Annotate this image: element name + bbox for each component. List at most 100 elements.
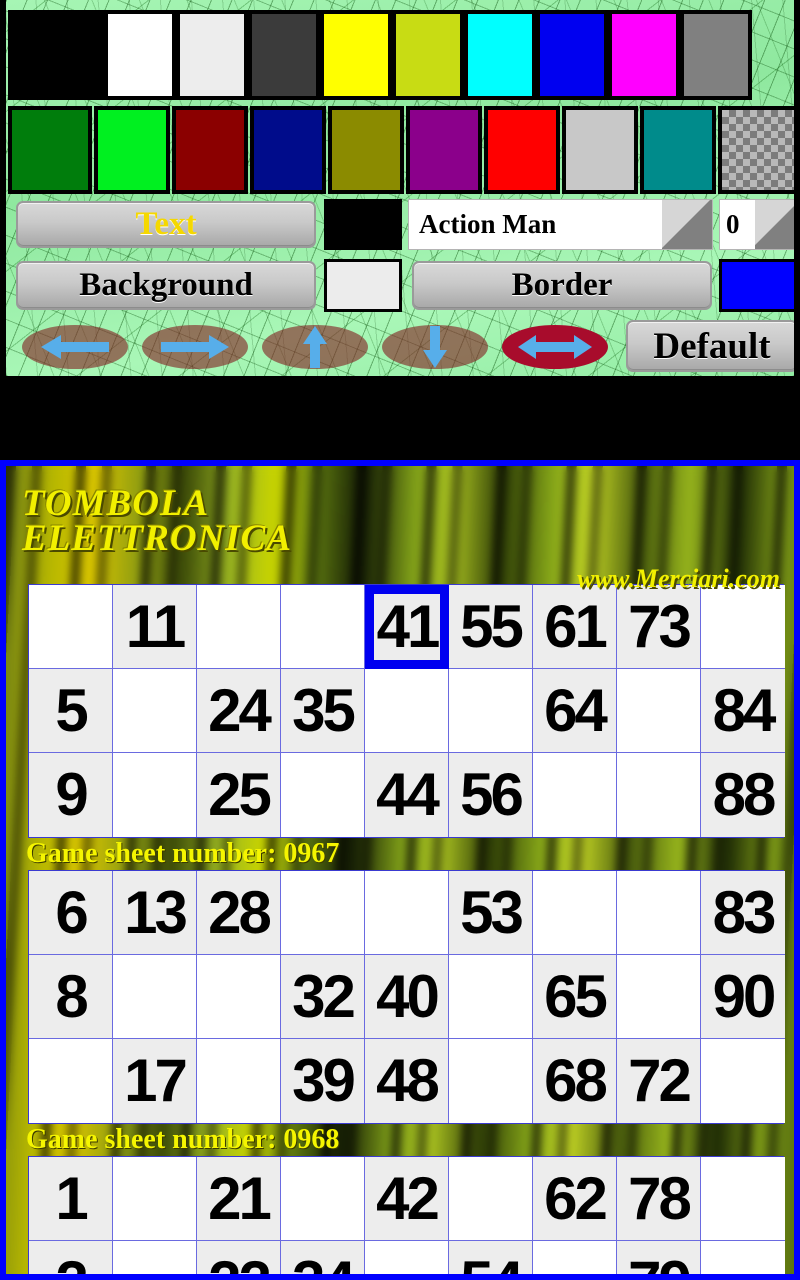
card-cell-empty[interactable]	[113, 1241, 197, 1274]
color-swatch-yellow[interactable]	[320, 10, 392, 100]
card-cell-empty[interactable]	[113, 1157, 197, 1241]
card-cell-empty[interactable]	[197, 585, 281, 669]
card-cell-number[interactable]: 53	[449, 871, 533, 955]
card-cell-number[interactable]: 8	[29, 955, 113, 1039]
card-cell-empty[interactable]	[113, 955, 197, 1039]
text-color-swatch[interactable]	[324, 199, 402, 250]
background-color-swatch[interactable]	[324, 259, 402, 312]
border-style-button[interactable]: Border	[412, 261, 712, 310]
font-size-select[interactable]: 0	[719, 199, 794, 250]
card-cell-number[interactable]: 6	[29, 871, 113, 955]
color-swatch-cyan[interactable]	[464, 10, 536, 100]
card-cell-number[interactable]: 13	[113, 871, 197, 955]
card-cell-number[interactable]: 79	[617, 1241, 701, 1274]
card-cell-number[interactable]: 78	[617, 1157, 701, 1241]
text-style-button[interactable]: Text	[16, 201, 316, 248]
card-cell-empty[interactable]	[617, 753, 701, 837]
card-cell-number[interactable]: 25	[197, 753, 281, 837]
chevron-down-icon[interactable]	[662, 200, 712, 249]
color-swatch-navy[interactable]	[250, 106, 326, 194]
card-cell-number[interactable]: 72	[617, 1039, 701, 1123]
card-cell-number[interactable]: 28	[197, 871, 281, 955]
color-swatch-purple[interactable]	[406, 106, 482, 194]
color-swatch-dark-green[interactable]	[8, 106, 92, 194]
card-cell-number[interactable]: 68	[533, 1039, 617, 1123]
card-cell-number[interactable]: 32	[281, 955, 365, 1039]
move-left-button[interactable]	[22, 325, 128, 369]
move-up-button[interactable]	[262, 325, 368, 369]
card-cell-empty[interactable]	[701, 1039, 785, 1123]
card-cell-number[interactable]: 9	[29, 753, 113, 837]
card-cell-number[interactable]: 48	[365, 1039, 449, 1123]
color-swatch-magenta[interactable]	[608, 10, 680, 100]
card-cell-number[interactable]: 54	[449, 1241, 533, 1274]
card-cell-number[interactable]: 84	[701, 669, 785, 753]
card-cell-number[interactable]: 83	[701, 871, 785, 955]
color-swatch-dark-gray[interactable]	[248, 10, 320, 100]
card-cell-number[interactable]: 39	[281, 1039, 365, 1123]
card-cell-number[interactable]: 1	[29, 1157, 113, 1241]
card-cell-number[interactable]: 62	[533, 1157, 617, 1241]
color-swatch-green[interactable]	[94, 106, 170, 194]
card-cell-number[interactable]: 55	[449, 585, 533, 669]
chevron-down-icon[interactable]	[755, 200, 794, 249]
card-cell-number[interactable]: 11	[113, 585, 197, 669]
border-color-swatch[interactable]	[719, 259, 794, 312]
color-swatch-yellow-green[interactable]	[392, 10, 464, 100]
card-cell-number[interactable]: 90	[701, 955, 785, 1039]
card-cell-empty[interactable]	[617, 669, 701, 753]
card-cell-empty[interactable]	[29, 585, 113, 669]
card-cell-empty[interactable]	[365, 1241, 449, 1274]
color-swatch-red[interactable]	[484, 106, 560, 194]
card-cell-number[interactable]: 73	[617, 585, 701, 669]
card-cell-number[interactable]: 61	[533, 585, 617, 669]
card-cell-empty[interactable]	[281, 585, 365, 669]
color-swatch-black[interactable]	[8, 10, 104, 100]
card-cell-number[interactable]: 42	[365, 1157, 449, 1241]
card-cell-empty[interactable]	[281, 1157, 365, 1241]
card-cell-empty[interactable]	[113, 669, 197, 753]
card-cell-empty[interactable]	[281, 871, 365, 955]
card-cell-empty[interactable]	[701, 1157, 785, 1241]
card-cell-number[interactable]: 56	[449, 753, 533, 837]
color-swatch-white[interactable]	[104, 10, 176, 100]
card-cell-empty[interactable]	[197, 955, 281, 1039]
card-cell-number[interactable]: 65	[533, 955, 617, 1039]
card-cell-number[interactable]: 5	[29, 669, 113, 753]
card-cell-empty[interactable]	[617, 955, 701, 1039]
card-cell-number[interactable]: 64	[533, 669, 617, 753]
card-cell-empty[interactable]	[449, 955, 533, 1039]
card-cell-empty[interactable]	[197, 1039, 281, 1123]
card-cell-number[interactable]: 40	[365, 955, 449, 1039]
card-cell-empty[interactable]	[365, 871, 449, 955]
card-cell-empty[interactable]	[113, 753, 197, 837]
color-swatch-teal[interactable]	[640, 106, 716, 194]
color-swatch-near-white[interactable]	[176, 10, 248, 100]
move-right-button[interactable]	[142, 325, 248, 369]
card-cell-empty[interactable]	[281, 753, 365, 837]
card-cell-number[interactable]: 88	[701, 753, 785, 837]
card-cell-empty[interactable]	[701, 585, 785, 669]
card-cell-empty[interactable]	[449, 1157, 533, 1241]
card-cell-empty[interactable]	[449, 669, 533, 753]
card-cell-empty[interactable]	[29, 1039, 113, 1123]
card-cell-number[interactable]: 35	[281, 669, 365, 753]
color-swatch-light-gray[interactable]	[562, 106, 638, 194]
card-cell-number[interactable]: 17	[113, 1039, 197, 1123]
color-swatch-transparent[interactable]	[718, 106, 794, 194]
card-cell-empty[interactable]	[533, 871, 617, 955]
color-swatch-dark-red[interactable]	[172, 106, 248, 194]
card-cell-number[interactable]: 22	[197, 1241, 281, 1274]
font-family-select[interactable]: Action Man	[408, 199, 713, 250]
card-cell-empty[interactable]	[533, 1241, 617, 1274]
card-cell-number[interactable]: 34	[281, 1241, 365, 1274]
card-cell-empty[interactable]	[533, 753, 617, 837]
card-cell-number[interactable]: 2	[29, 1241, 113, 1274]
card-cell-empty[interactable]	[701, 1241, 785, 1274]
card-cell-number[interactable]: 44	[365, 753, 449, 837]
card-cell-empty[interactable]	[617, 871, 701, 955]
color-swatch-olive[interactable]	[328, 106, 404, 194]
card-cell-number[interactable]: 21	[197, 1157, 281, 1241]
card-cell-number[interactable]: 24	[197, 669, 281, 753]
card-cell-empty[interactable]	[365, 669, 449, 753]
